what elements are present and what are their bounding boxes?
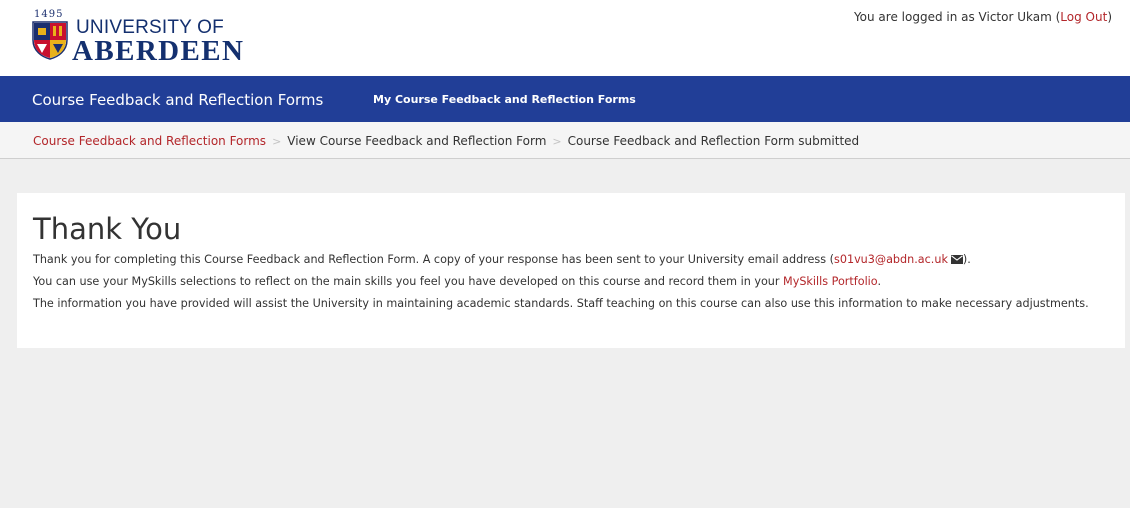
- login-text: You are logged in as Victor Ukam (: [853, 10, 1061, 24]
- myskills-end: .: [877, 275, 881, 288]
- page-title: Thank You: [33, 212, 182, 246]
- university-crest-icon: [32, 21, 68, 60]
- thank-you-panel: Thank You Thank you for completing this …: [17, 193, 1125, 348]
- breadcrumb-separator: >: [552, 135, 562, 148]
- confirmation-end: ).: [962, 253, 971, 266]
- breadcrumb-item-submitted: Course Feedback and Reflection Form subm…: [567, 134, 860, 148]
- breadcrumb-item-view-form: View Course Feedback and Reflection Form: [287, 134, 547, 148]
- site-header: 1495 UNIVERSITY OF ABERDEEN You are logg…: [0, 0, 1130, 76]
- myskills-text: You can use your MySkills selections to …: [33, 275, 784, 288]
- information-paragraph: The information you have provided will a…: [33, 297, 1089, 310]
- main-navbar: Course Feedback and Reflection Forms My …: [0, 76, 1130, 122]
- university-logo[interactable]: 1495 UNIVERSITY OF ABERDEEN: [31, 9, 251, 68]
- myskills-paragraph: You can use your MySkills selections to …: [33, 274, 1108, 290]
- confirmation-paragraph: Thank you for completing this Course Fee…: [33, 252, 1108, 268]
- logout-link[interactable]: Log Out: [1060, 10, 1107, 24]
- email-address: s01vu3@abdn.ac.uk: [834, 253, 948, 266]
- logo-line-2: ABERDEEN: [72, 35, 245, 67]
- breadcrumb-item-forms[interactable]: Course Feedback and Reflection Forms: [33, 134, 266, 148]
- navbar-brand[interactable]: Course Feedback and Reflection Forms: [32, 91, 323, 109]
- email-link[interactable]: s01vu3@abdn.ac.uk: [834, 253, 963, 266]
- confirmation-text: Thank you for completing this Course Fee…: [33, 253, 834, 266]
- breadcrumb: Course Feedback and Reflection Forms > Vie…: [0, 122, 1130, 159]
- nav-my-forms[interactable]: My Course Feedback and Reflection Forms: [373, 93, 636, 106]
- login-status: You are logged in as Victor Ukam (Log Ou…: [854, 10, 1112, 24]
- myskills-portfolio-link[interactable]: MySkills Portfolio: [783, 275, 877, 288]
- envelope-icon: [950, 255, 963, 264]
- logo-year: 1495: [34, 9, 64, 20]
- login-suffix: ): [1107, 10, 1112, 24]
- breadcrumb-separator: >: [272, 135, 282, 148]
